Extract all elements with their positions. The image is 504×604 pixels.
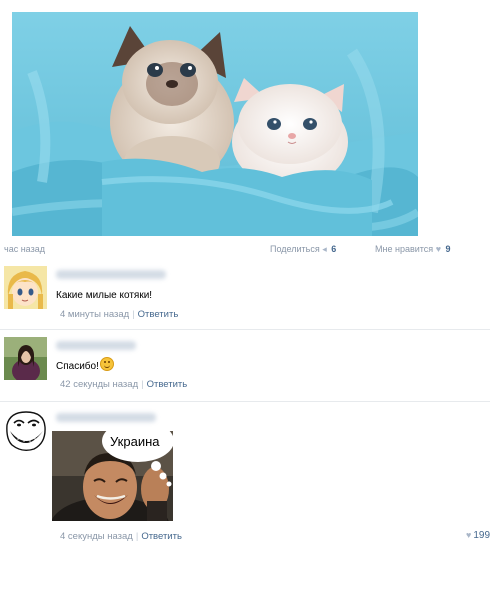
post-photo[interactable] (12, 12, 418, 236)
avatar[interactable] (4, 337, 47, 380)
comment-meta: 4 секунды назад | Ответить (60, 531, 182, 542)
share-count: 6 (331, 244, 337, 254)
megaphone-icon: ◂ (322, 244, 327, 254)
post-time: час назад (4, 244, 45, 254)
reply-button[interactable]: Ответить (147, 379, 188, 390)
meme-caption: Украина (110, 434, 160, 449)
comment-time[interactable]: 4 минуты назад (60, 309, 129, 320)
comment-time[interactable]: 4 секунды назад (60, 531, 133, 542)
comment-text: Спасибо! (56, 357, 114, 372)
like-button[interactable]: Мне нравится ♥ 9 (375, 244, 451, 254)
comment-meta: 42 секунды назад | Ответить (60, 379, 187, 390)
separator: | (141, 379, 144, 390)
smile-emoji-icon (99, 357, 114, 371)
author-name-blurred[interactable] (56, 413, 156, 422)
reply-button[interactable]: Ответить (138, 309, 179, 320)
comment-like-count: 199 (473, 530, 491, 541)
trollface-avatar (4, 409, 47, 452)
author-name-blurred[interactable] (56, 341, 136, 350)
comment-meta: 4 минуты назад | Ответить (60, 309, 178, 320)
like-label: Мне нравится (375, 244, 434, 254)
post-meta-row: час назад Поделиться ◂ 6 Мне нравится ♥ … (0, 244, 504, 258)
share-button[interactable]: Поделиться ◂ 6 (270, 244, 336, 255)
comment-divider (0, 329, 490, 330)
like-count: 9 (445, 244, 451, 254)
separator: | (135, 531, 139, 542)
reply-button[interactable]: Ответить (141, 531, 182, 542)
comment-time[interactable]: 42 секунды назад (60, 379, 138, 390)
kittens-photo (12, 12, 418, 236)
separator: | (132, 309, 135, 320)
anime-girl-avatar (4, 266, 47, 309)
comment-image[interactable]: Украина (52, 431, 173, 521)
avatar[interactable] (4, 409, 47, 452)
author-name-blurred[interactable] (56, 270, 166, 279)
heart-icon: ♥ (466, 530, 472, 540)
comment-text-content: Спасибо! (56, 361, 99, 372)
avatar[interactable] (4, 266, 47, 309)
heart-icon: ♥ (435, 244, 442, 254)
comment-like-button[interactable]: ♥ 199 (466, 530, 490, 541)
girl-photo-avatar (4, 337, 47, 380)
comment-divider (0, 401, 490, 402)
comment-text: Какие милые котяки! (56, 290, 153, 301)
share-label: Поделиться (270, 244, 320, 254)
